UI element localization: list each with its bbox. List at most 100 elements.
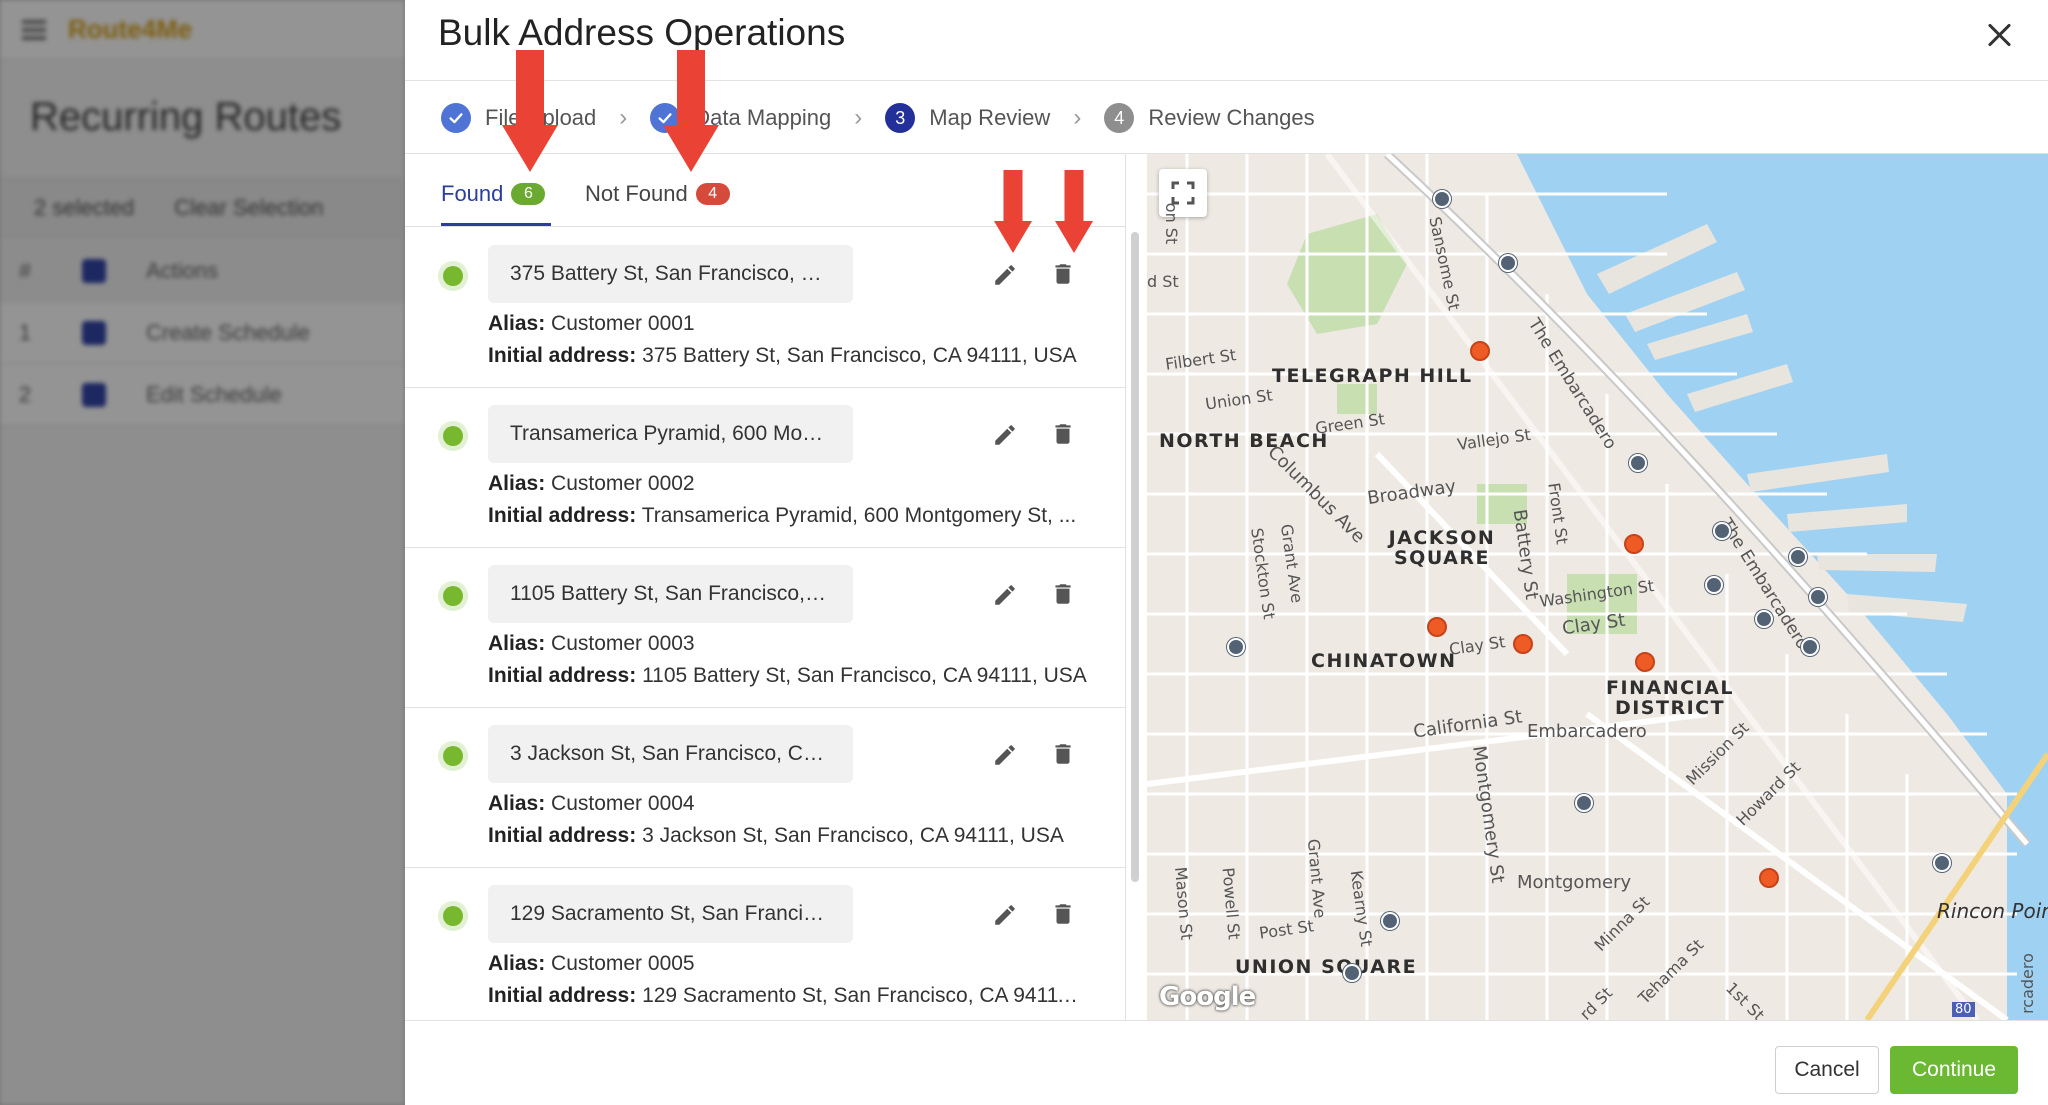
address-marker[interactable] xyxy=(1635,652,1655,672)
alias-label: Alias: xyxy=(488,312,546,335)
address-field[interactable]: 375 Battery St, San Francisco, CA 94111,… xyxy=(488,245,853,303)
bulk-address-modal: Bulk Address Operations File Upload › Da… xyxy=(405,0,2048,1105)
initial-label: Initial address: xyxy=(488,664,637,687)
address-marker[interactable] xyxy=(1513,634,1533,654)
address-field[interactable]: Transamerica Pyramid, 600 Montgomery S..… xyxy=(488,405,853,463)
alias-line: Alias: Customer 0001 xyxy=(488,312,695,336)
alias-line: Alias: Customer 0005 xyxy=(488,952,695,976)
initial-address-line: Initial address: 375 Battery St, San Fra… xyxy=(488,344,1088,368)
list-item: 1105 Battery St, San Francisco, CA 94111… xyxy=(405,548,1125,708)
close-icon[interactable] xyxy=(1984,20,2014,50)
initial-address-line: Initial address: 1105 Battery St, San Fr… xyxy=(488,664,1088,688)
alias-value: Customer 0002 xyxy=(551,472,695,495)
alias-label: Alias: xyxy=(488,952,546,975)
transit-icon xyxy=(1789,548,1807,566)
transit-icon xyxy=(1933,854,1951,872)
alias-value: Customer 0003 xyxy=(551,632,695,655)
footer-divider xyxy=(405,1020,2048,1021)
street-label: rcadero xyxy=(2017,953,2037,1014)
transit-icon xyxy=(1809,588,1827,606)
street-label: Montgomery xyxy=(1517,872,1632,893)
map-view[interactable]: TELEGRAPH HILL NORTH BEACH JACKSON SQUAR… xyxy=(1147,154,2048,1020)
transit-icon xyxy=(1343,964,1361,982)
found-status-icon xyxy=(438,741,468,771)
trash-icon[interactable] xyxy=(1050,580,1076,608)
pencil-icon[interactable] xyxy=(992,582,1018,608)
tab-found[interactable]: Found 6 xyxy=(441,181,546,207)
alias-line: Alias: Customer 0004 xyxy=(488,792,695,816)
address-marker[interactable] xyxy=(1427,617,1447,637)
trash-icon[interactable] xyxy=(1050,740,1076,768)
step-label: Review Changes xyxy=(1148,105,1315,130)
address-field[interactable]: 3 Jackson St, San Francisco, CA 94111, U… xyxy=(488,725,853,783)
not-found-count-badge: 4 xyxy=(695,183,730,205)
transit-icon xyxy=(1433,190,1451,208)
initial-value: 375 Battery St, San Francisco, CA 94111,… xyxy=(642,344,1077,367)
trash-icon[interactable] xyxy=(1050,260,1076,288)
pencil-icon[interactable] xyxy=(992,422,1018,448)
alias-label: Alias: xyxy=(488,472,546,495)
annotation-arrow xyxy=(993,170,1033,253)
initial-value: Transamerica Pyramid, 600 Montgomery St,… xyxy=(641,504,1077,527)
chevron-right-icon: › xyxy=(854,104,863,131)
active-tab-indicator xyxy=(441,223,551,226)
street-label: d St xyxy=(1147,272,1179,291)
alias-line: Alias: Customer 0002 xyxy=(488,472,695,496)
street-label: on St xyxy=(1162,202,1182,245)
transit-icon xyxy=(1801,638,1819,656)
found-status-icon xyxy=(438,901,468,931)
found-status-icon xyxy=(438,421,468,451)
modal-title: Bulk Address Operations xyxy=(438,12,846,53)
transit-icon xyxy=(1381,912,1399,930)
found-status-icon xyxy=(438,581,468,611)
step-review-changes[interactable]: 4 Review Changes xyxy=(1104,103,1315,133)
list-item: Transamerica Pyramid, 600 Montgomery S..… xyxy=(405,388,1125,548)
pencil-icon[interactable] xyxy=(992,902,1018,928)
transit-icon xyxy=(1755,610,1773,628)
map-label: NORTH BEACH xyxy=(1159,430,1329,452)
alias-label: Alias: xyxy=(488,632,546,655)
initial-value: 3 Jackson St, San Francisco, CA 94111, U… xyxy=(642,824,1064,847)
annotation-arrow xyxy=(1054,170,1094,253)
initial-address-line: Initial address: 3 Jackson St, San Franc… xyxy=(488,824,1088,848)
step-label: Map Review xyxy=(929,105,1051,130)
alias-label: Alias: xyxy=(488,792,546,815)
map-label: JACKSON SQUARE xyxy=(1388,527,1496,569)
map-label: UNION SQUARE xyxy=(1235,956,1418,978)
modal-overlay[interactable] xyxy=(0,0,405,1105)
tab-not-found[interactable]: Not Found 4 xyxy=(585,181,730,207)
transit-icon xyxy=(1227,638,1245,656)
trash-icon[interactable] xyxy=(1050,420,1076,448)
step-number: 4 xyxy=(1104,103,1135,133)
pencil-icon[interactable] xyxy=(992,742,1018,768)
found-status-icon xyxy=(438,261,468,291)
transit-icon xyxy=(1499,254,1517,272)
address-list: 375 Battery St, San Francisco, CA 94111,… xyxy=(405,228,1125,1020)
list-item: 3 Jackson St, San Francisco, CA 94111, U… xyxy=(405,708,1125,868)
trash-icon[interactable] xyxy=(1050,900,1076,928)
initial-value: 129 Sacramento St, San Francisco, CA 941… xyxy=(642,984,1088,1007)
alias-value: Customer 0001 xyxy=(551,312,695,335)
found-count-badge: 6 xyxy=(511,183,546,205)
pencil-icon[interactable] xyxy=(992,262,1018,288)
transit-icon xyxy=(1705,576,1723,594)
initial-value: 1105 Battery St, San Francisco, CA 94111… xyxy=(642,664,1087,687)
address-marker[interactable] xyxy=(1470,341,1490,361)
transit-icon xyxy=(1629,454,1647,472)
address-marker[interactable] xyxy=(1759,868,1779,888)
list-scrollbar[interactable] xyxy=(1131,232,1139,882)
address-marker[interactable] xyxy=(1624,534,1644,554)
annotation-arrow xyxy=(502,50,558,172)
continue-button[interactable]: Continue xyxy=(1890,1046,2018,1094)
initial-label: Initial address: xyxy=(488,984,637,1007)
annotation-arrow xyxy=(663,50,719,172)
address-field[interactable]: 129 Sacramento St, San Francisco, CA 941… xyxy=(488,885,853,943)
step-number: 3 xyxy=(885,103,916,133)
alias-value: Customer 0004 xyxy=(551,792,695,815)
chevron-right-icon: › xyxy=(1073,104,1082,131)
cancel-button[interactable]: Cancel xyxy=(1775,1046,1879,1094)
address-field[interactable]: 1105 Battery St, San Francisco, CA 94111… xyxy=(488,565,853,623)
step-map-review[interactable]: 3 Map Review xyxy=(885,103,1050,133)
map-label: TELEGRAPH HILL xyxy=(1272,365,1473,387)
initial-label: Initial address: xyxy=(488,344,637,367)
